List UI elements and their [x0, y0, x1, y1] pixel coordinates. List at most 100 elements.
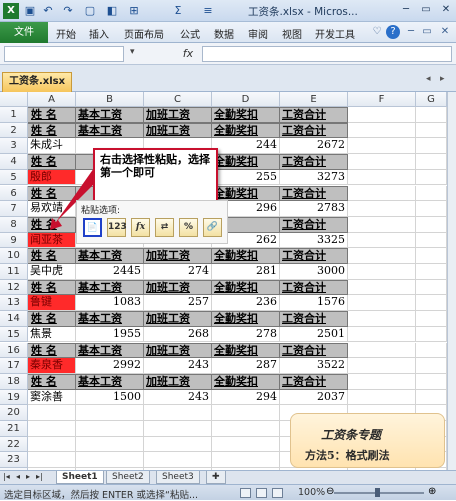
tab-data[interactable]: 数据 [214, 26, 234, 41]
prev-sheet-icon[interactable]: ◂ [16, 472, 20, 481]
data-cell[interactable]: 244 [212, 138, 280, 155]
paste-icon[interactable]: 📄 [83, 218, 102, 237]
data-cell[interactable]: 秦泉香 [28, 358, 76, 374]
data-cell[interactable] [76, 405, 144, 421]
empty-cell[interactable] [348, 264, 416, 280]
header-cell[interactable]: 全勤奖扣 [212, 107, 280, 123]
transpose-icon[interactable]: ⇄ [155, 218, 174, 237]
help-icon[interactable]: ? [386, 25, 400, 39]
zoom-in-icon[interactable]: ⊕ [428, 486, 436, 497]
row-header[interactable]: 18 [0, 373, 28, 390]
data-cell[interactable]: 2672 [280, 138, 348, 155]
row-header[interactable]: 17 [0, 358, 28, 374]
data-cell[interactable] [76, 436, 144, 453]
header-cell[interactable]: 工资合计 [280, 342, 348, 359]
header-cell[interactable]: 基本工资 [76, 311, 144, 327]
data-cell[interactable]: 鲁键 [28, 295, 76, 312]
data-cell[interactable] [28, 436, 76, 453]
data-cell[interactable]: 3273 [280, 169, 348, 186]
data-cell[interactable]: 243 [144, 358, 212, 374]
empty-cell[interactable] [348, 216, 416, 233]
save-icon[interactable]: ▣ [22, 3, 38, 19]
data-cell[interactable] [144, 436, 212, 453]
empty-cell[interactable] [348, 248, 416, 264]
empty-cell[interactable] [416, 154, 447, 170]
header-cell[interactable]: 全勤奖扣 [212, 185, 280, 202]
ribbon-restore-icon[interactable]: ▭ [420, 25, 434, 39]
data-cell[interactable]: 274 [144, 264, 212, 280]
close-icon[interactable]: ✕ [438, 2, 454, 18]
empty-cell[interactable] [416, 373, 447, 390]
header-cell[interactable]: 姓 名 [28, 107, 76, 123]
column-header-D[interactable]: D [212, 92, 280, 107]
data-cell[interactable]: 294 [212, 389, 280, 406]
empty-cell[interactable] [348, 389, 416, 406]
empty-cell[interactable] [416, 122, 447, 139]
data-cell[interactable] [212, 421, 280, 437]
row-header[interactable]: 23 [0, 452, 28, 469]
header-cell[interactable]: 全勤奖扣 [212, 154, 280, 170]
header-cell[interactable]: 基本工资 [76, 122, 144, 139]
column-header-B[interactable]: B [76, 92, 144, 107]
row-header[interactable]: 21 [0, 421, 28, 437]
empty-cell[interactable] [348, 358, 416, 374]
empty-cell[interactable] [416, 264, 447, 280]
file-tab[interactable]: 文件 [0, 22, 48, 43]
header-cell[interactable]: 加班工资 [144, 248, 212, 264]
header-cell[interactable]: 加班工资 [144, 342, 212, 359]
header-cell[interactable]: 基本工资 [76, 342, 144, 359]
data-cell[interactable] [28, 421, 76, 437]
data-cell[interactable]: 236 [212, 295, 280, 312]
sheet-tab-sheet2[interactable]: Sheet2 [106, 471, 150, 484]
table-icon[interactable]: ⊞ [126, 3, 142, 19]
row-header[interactable]: 22 [0, 436, 28, 453]
header-cell[interactable]: 加班工资 [144, 122, 212, 139]
row-header[interactable]: 15 [0, 326, 28, 343]
header-cell[interactable]: 工资合计 [280, 154, 348, 170]
tab-developer[interactable]: 开发工具 [315, 26, 355, 41]
heart-icon[interactable]: ♡ [370, 25, 384, 39]
empty-cell[interactable] [416, 216, 447, 233]
empty-cell[interactable] [348, 342, 416, 359]
data-cell[interactable]: 朱成斗 [28, 138, 76, 155]
data-cell[interactable]: 3000 [280, 264, 348, 280]
name-box[interactable] [4, 46, 124, 62]
row-header[interactable]: 6 [0, 185, 28, 202]
zoom-level[interactable]: 100% [298, 487, 325, 498]
header-cell[interactable]: 基本工资 [76, 248, 144, 264]
select-all-corner[interactable] [0, 92, 28, 107]
zoom-slider-thumb[interactable] [375, 488, 380, 497]
empty-cell[interactable] [416, 358, 447, 374]
header-cell[interactable]: 姓 名 [28, 122, 76, 139]
next-sheet-icon[interactable]: ▸ [26, 472, 30, 481]
empty-cell[interactable] [348, 138, 416, 155]
header-cell[interactable]: 基本工资 [76, 279, 144, 296]
sum-icon[interactable]: Σ [170, 3, 186, 19]
empty-cell[interactable] [348, 154, 416, 170]
data-cell[interactable]: 3325 [280, 232, 348, 249]
row-header[interactable]: 13 [0, 295, 28, 312]
empty-cell[interactable] [416, 138, 447, 155]
header-cell[interactable]: 加班工资 [144, 279, 212, 296]
empty-cell[interactable] [348, 201, 416, 217]
fx-icon[interactable]: fx [178, 46, 198, 62]
header-cell[interactable]: 工资合计 [280, 279, 348, 296]
data-cell[interactable] [212, 436, 280, 453]
empty-cell[interactable] [348, 373, 416, 390]
tab-home[interactable]: 开始 [56, 26, 76, 41]
sheet-tab-sheet1[interactable]: Sheet1 [56, 471, 104, 484]
data-cell[interactable]: 焦景 [28, 326, 76, 343]
data-cell[interactable]: 278 [212, 326, 280, 343]
empty-cell[interactable] [416, 326, 447, 343]
normal-view-icon[interactable] [240, 488, 251, 498]
header-cell[interactable]: 全勤奖扣 [212, 122, 280, 139]
data-cell[interactable]: 2501 [280, 326, 348, 343]
header-cell[interactable]: 工资合计 [280, 373, 348, 390]
data-cell[interactable] [212, 405, 280, 421]
data-cell[interactable] [144, 405, 212, 421]
data-cell[interactable]: 1955 [76, 326, 144, 343]
data-cell[interactable] [144, 452, 212, 469]
header-cell[interactable]: 基本工资 [76, 107, 144, 123]
empty-cell[interactable] [348, 295, 416, 312]
empty-cell[interactable] [416, 311, 447, 327]
